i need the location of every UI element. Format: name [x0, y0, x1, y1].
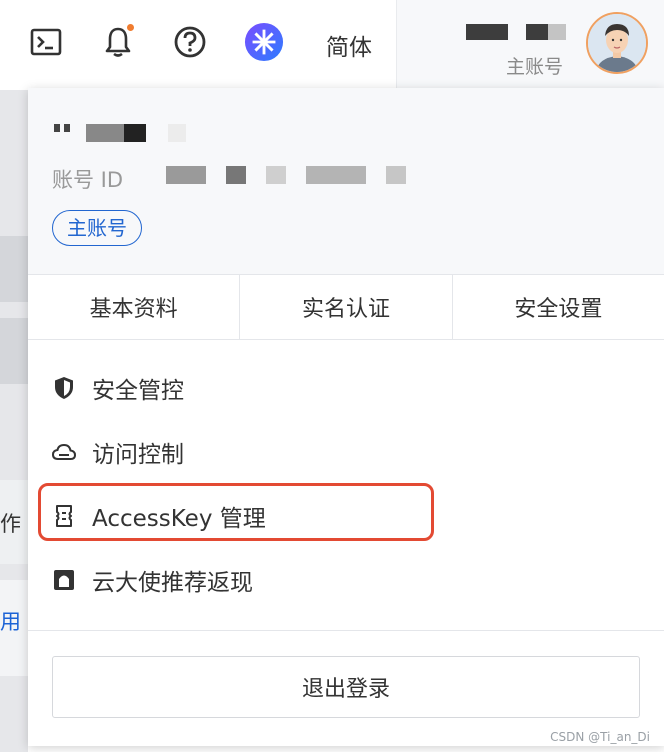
menu-item-label: 云大使推荐返现 [92, 570, 253, 596]
account-role-label: 主账号 [506, 56, 564, 78]
account-name-redacted [64, 124, 70, 132]
avatar[interactable] [586, 12, 648, 74]
menu-item-label: 安全管控 [92, 378, 184, 404]
tab-security-settings[interactable]: 安全设置 [453, 275, 664, 339]
tab-basic-info[interactable]: 基本资料 [28, 275, 241, 339]
background-row [0, 236, 28, 302]
cloud-logo-icon[interactable] [244, 22, 284, 62]
account-name-redacted [168, 124, 186, 142]
top-bar: 简体 主账号 [0, 0, 664, 90]
account-id-redacted [226, 166, 246, 184]
account-name-redacted [548, 24, 566, 40]
background-text: 作 [0, 512, 21, 536]
shield-icon [52, 376, 76, 400]
account-name-redacted [466, 24, 508, 40]
bell-icon[interactable] [98, 22, 138, 62]
divider [28, 630, 664, 631]
help-icon[interactable] [170, 22, 210, 62]
menu-item-security-control[interactable]: 安全管控 [28, 356, 664, 420]
cloud-icon [52, 440, 76, 464]
menu-item-label: AccessKey 管理 [92, 506, 266, 532]
ambassador-icon [52, 568, 76, 592]
watermark: CSDN @Ti_an_Di [550, 730, 650, 744]
account-name-redacted [86, 124, 124, 142]
background-link[interactable]: 用 [0, 606, 21, 636]
key-icon [52, 504, 76, 528]
logout-button[interactable]: 退出登录 [52, 656, 640, 718]
account-name-redacted [54, 124, 60, 132]
menu-item-access-control[interactable]: 访问控制 [28, 420, 664, 484]
account-id-label: 账号 ID [52, 168, 124, 192]
account-tabs: 基本资料 实名认证 安全设置 [28, 274, 664, 340]
account-type-badge: 主账号 [52, 210, 142, 246]
terminal-icon[interactable] [26, 22, 66, 62]
account-id-redacted [166, 166, 206, 184]
menu-item-accesskey-management[interactable]: AccessKey 管理 [28, 484, 664, 548]
menu-item-label: 访问控制 [92, 442, 184, 468]
account-id-redacted [266, 166, 286, 184]
notification-dot [127, 24, 134, 31]
account-id-redacted [386, 166, 406, 184]
account-dropdown: 账号 ID 主账号 基本资料 实名认证 安全设置 安全管控 访问控制 Acces… [28, 88, 664, 746]
account-menu: 安全管控 访问控制 AccessKey 管理 云大使推荐返现 [28, 356, 664, 612]
language-switch[interactable]: 简体 [326, 28, 372, 62]
account-info-header: 账号 ID 主账号 [28, 88, 664, 274]
menu-item-cloud-ambassador[interactable]: 云大使推荐返现 [28, 548, 664, 612]
tab-real-name-verification[interactable]: 实名认证 [240, 275, 453, 339]
account-name-redacted [526, 24, 548, 40]
account-id-redacted [306, 166, 366, 184]
account-name-redacted [124, 124, 146, 142]
background-row [0, 318, 28, 384]
